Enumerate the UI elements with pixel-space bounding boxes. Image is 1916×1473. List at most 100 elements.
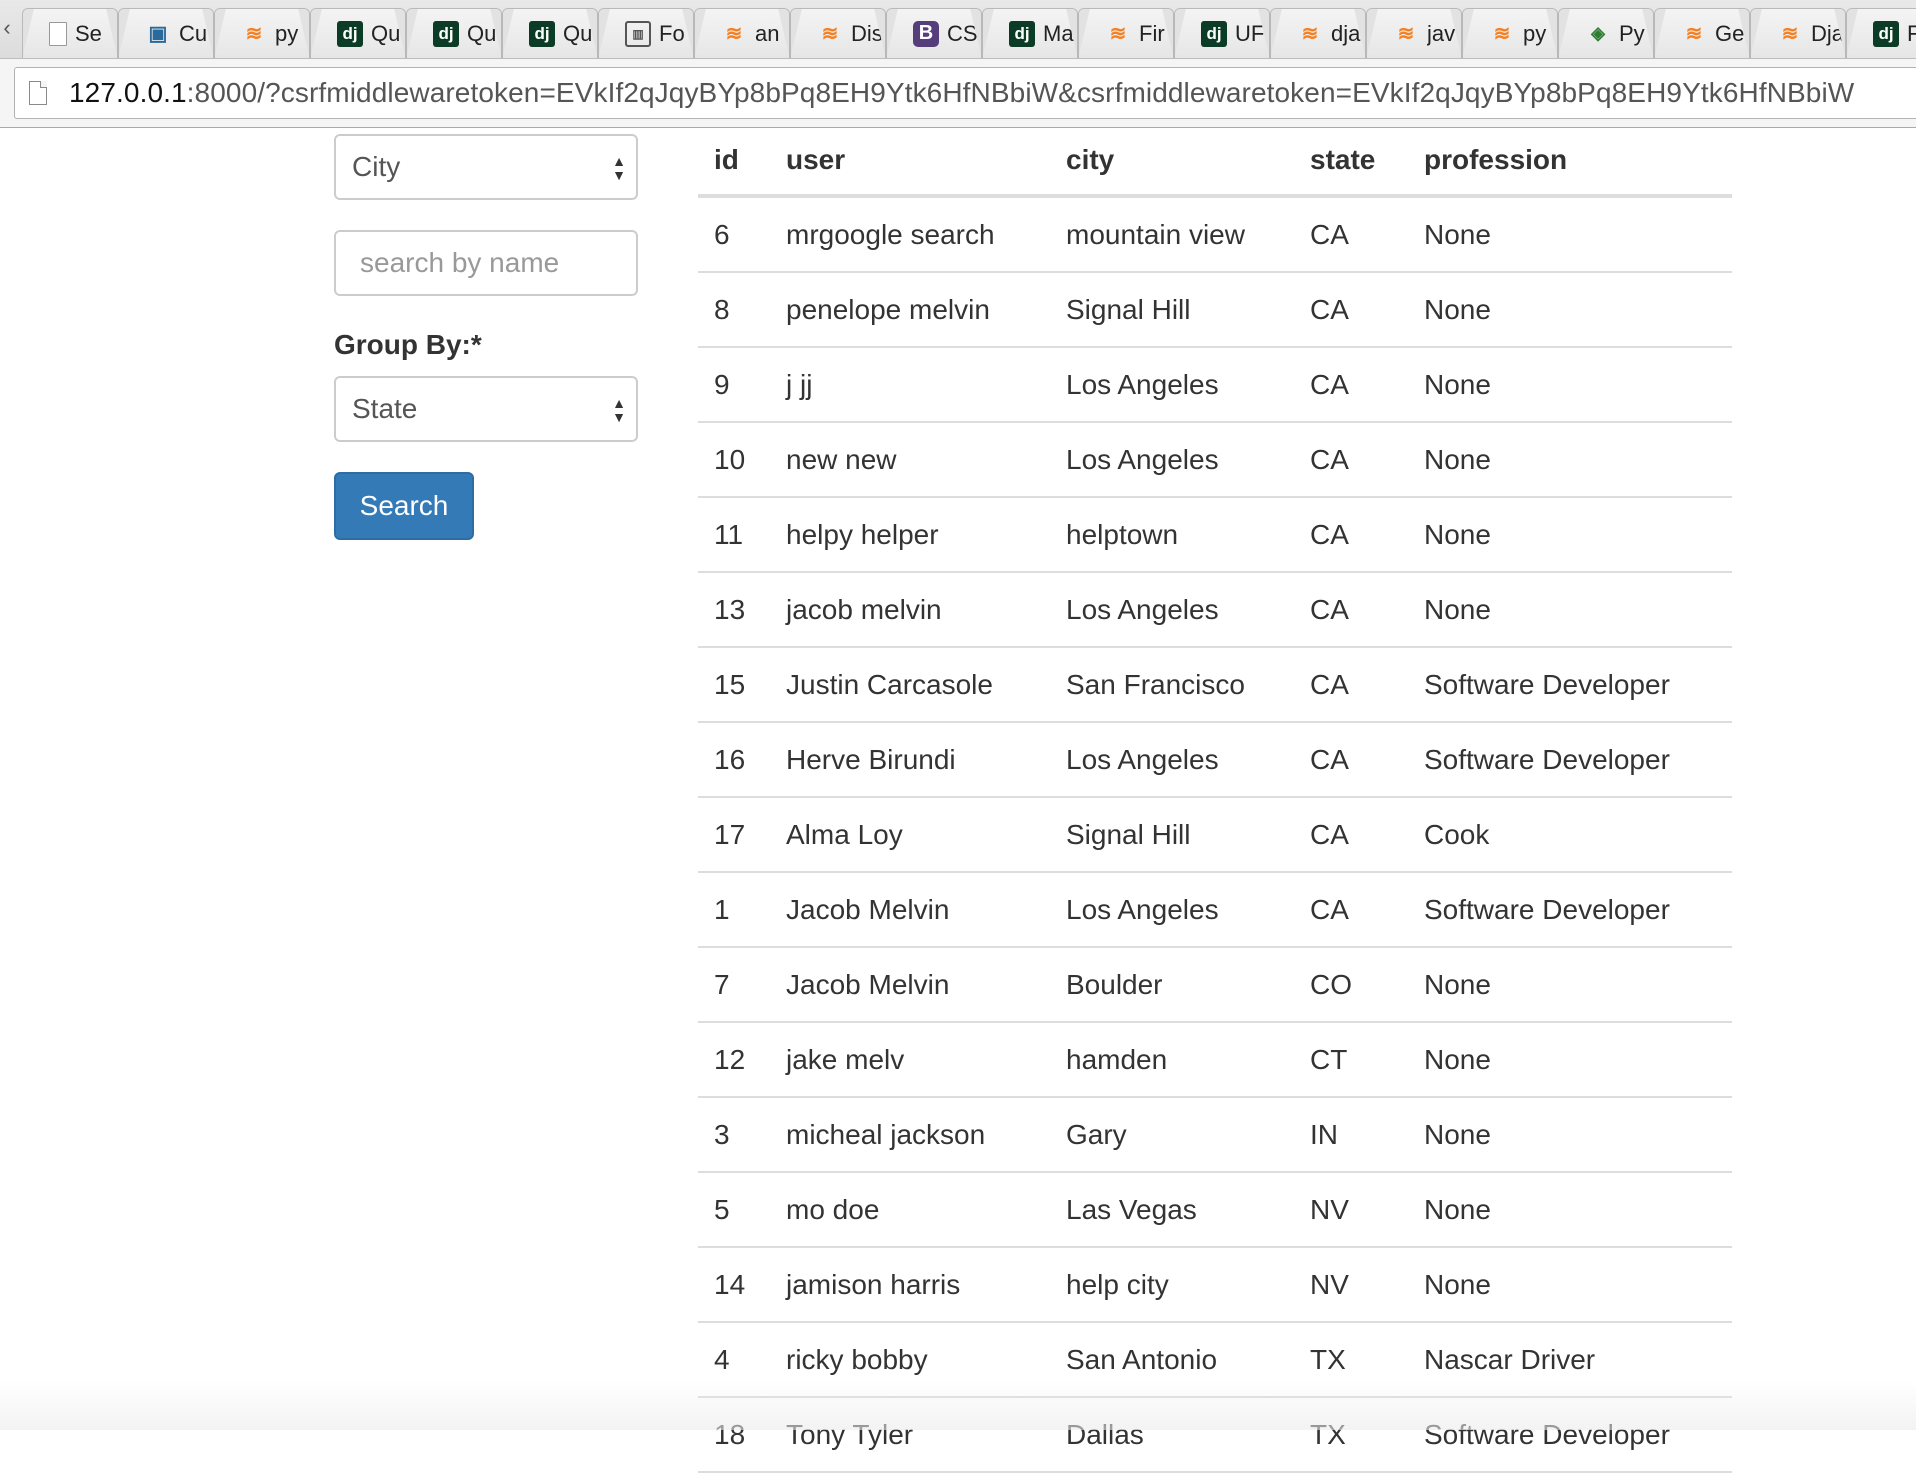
bootstrap-icon: B	[913, 20, 939, 47]
filter-field-select[interactable]: City ▲ ▼	[334, 134, 638, 200]
column-header-id: id	[698, 134, 770, 198]
search-button[interactable]: Search	[334, 472, 474, 540]
browser-tab[interactable]: dj Ma	[982, 8, 1078, 58]
cell-id: 17	[698, 797, 770, 873]
url-path: :8000/?csrfmiddlewaretoken=EVkIf2qJqyBYp…	[186, 77, 1855, 108]
django-icon: dj	[529, 20, 555, 47]
django-icon: dj	[1009, 20, 1035, 47]
cell-state: NV	[1294, 1247, 1408, 1323]
cell-profession: Software Developer	[1408, 647, 1732, 723]
browser-tab[interactable]: ≋ dja	[1270, 8, 1366, 58]
browser-tab[interactable]: ≋ an	[694, 8, 790, 58]
cell-profession: None	[1408, 347, 1732, 423]
table-row: 11 helpy helper helptown CA None	[698, 497, 1732, 573]
cell-id: 6	[698, 196, 770, 273]
cell-user: Herve Birundi	[770, 722, 1050, 798]
column-header-city: city	[1050, 134, 1294, 198]
cell-profession: Cook	[1408, 797, 1732, 873]
search-by-name-input[interactable]: search by name	[334, 230, 638, 296]
browser-tab-title: Cu	[179, 20, 208, 46]
cell-user: ricky bobby	[770, 1322, 1050, 1398]
browser-tab[interactable]: ◈ Py	[1558, 8, 1654, 58]
cell-state: CA	[1294, 722, 1408, 798]
browser-tab-title: an	[755, 20, 780, 46]
tab-scroll-left-icon[interactable]: ‹	[0, 14, 14, 42]
browser-tab[interactable]: ▥ Fo	[598, 8, 694, 58]
browser-tab-title: py	[1523, 20, 1547, 46]
cell-user: mo doe	[770, 1172, 1050, 1248]
browser-tab[interactable]: Se	[22, 8, 118, 58]
cell-profession: Software Developer	[1408, 1397, 1732, 1473]
table-row: 12 jake melv hamden CT None	[698, 1022, 1732, 1098]
cell-city: hamden	[1050, 1022, 1294, 1098]
browser-tab-title: Qu	[563, 20, 593, 46]
browser-tab-title: UF	[1235, 20, 1265, 46]
table-row: 9j jj Los Angeles CA None	[698, 347, 1732, 423]
browser-tab-strip: ‹ Se ▣ Cu ≋ py dj Qu dj Qu dj Qu ▥ Fo ≋ an ≋ Dis B CS dj Ma ≋…	[0, 0, 1916, 58]
cell-user: new new	[770, 422, 1050, 498]
cell-city: San Francisco	[1050, 647, 1294, 723]
table-row: 8 penelope melvin Signal Hill CA None	[698, 272, 1732, 348]
cell-id: 5	[698, 1172, 770, 1248]
browser-tab[interactable]: B CS	[886, 8, 982, 58]
cell-id: 14	[698, 1247, 770, 1323]
cell-state: IN	[1294, 1097, 1408, 1173]
browser-tab[interactable]: dj Qu	[310, 8, 406, 58]
table-row: 10 new new Los Angeles CA None	[698, 422, 1732, 498]
cell-profession: None	[1408, 272, 1732, 348]
address-bar[interactable]: 127.0.0.1:8000/?csrfmiddlewaretoken=EVkI…	[14, 67, 1916, 119]
cell-profession: None	[1408, 497, 1732, 573]
django-icon: dj	[1873, 20, 1899, 47]
table-row: 15 Justin Carcasole San Francisco CA Softwar…	[698, 647, 1732, 723]
table-row: 14 jamison harris help city NV None	[698, 1247, 1732, 1323]
table-body: 6 mrgoogle search mountain view CA None 8 pene…	[698, 196, 1732, 1473]
tab-list: Se ▣ Cu ≋ py dj Qu dj Qu dj Qu ▥ Fo ≋ an ≋ Dis B CS dj Ma ≋ Fi…	[22, 8, 1916, 58]
django-icon: dj	[433, 20, 459, 47]
url-text[interactable]: 127.0.0.1:8000/?csrfmiddlewaretoken=EVkI…	[69, 77, 1854, 109]
browser-tab[interactable]: dj UF	[1174, 8, 1270, 58]
browser-tab-title: Dja	[1811, 20, 1845, 46]
browser-tab-title: dja	[1331, 20, 1361, 46]
cell-user: Justin Carcasole	[770, 647, 1050, 723]
cell-id: 7	[698, 947, 770, 1023]
browser-tab[interactable]: dj F	[1846, 8, 1916, 58]
table-row: 17 Alma Loy Signal Hill CA Cook	[698, 797, 1732, 873]
cell-id: 18	[698, 1397, 770, 1473]
search-input-placeholder: search by name	[360, 247, 560, 278]
column-header-profession: profession	[1408, 134, 1732, 198]
cell-profession: None	[1408, 196, 1732, 273]
cell-state: CT	[1294, 1022, 1408, 1098]
cell-state: CA	[1294, 797, 1408, 873]
browser-tab-title: Ma	[1043, 20, 1074, 46]
stackoverflow-icon: ≋	[245, 23, 263, 45]
cell-user: helpy helper	[770, 497, 1050, 573]
stackoverflow-icon: ≋	[1493, 23, 1511, 45]
group-by-select[interactable]: State ▲ ▼	[334, 376, 638, 442]
cell-state: CA	[1294, 497, 1408, 573]
stackoverflow-icon: ≋	[1397, 23, 1415, 45]
cell-id: 1	[698, 872, 770, 948]
browser-tab-title: jav	[1427, 20, 1456, 46]
browser-tab[interactable]: ≋ py	[214, 8, 310, 58]
browser-toolbar: 127.0.0.1:8000/?csrfmiddlewaretoken=EVkI…	[0, 58, 1916, 128]
browser-tab-title: F	[1907, 21, 1916, 47]
cell-state: CA	[1294, 422, 1408, 498]
cell-city: Los Angeles	[1050, 722, 1294, 798]
cell-state: CA	[1294, 647, 1408, 723]
cell-city: Los Angeles	[1050, 422, 1294, 498]
column-header-user: user	[770, 134, 1050, 198]
browser-tab[interactable]: ≋ Dis	[790, 8, 886, 58]
browser-tab[interactable]: ≋ Dja	[1750, 8, 1846, 58]
browser-tab[interactable]: ▣ Cu	[118, 8, 214, 58]
browser-tab-title: Py	[1619, 20, 1645, 46]
cell-user: jamison harris	[770, 1247, 1050, 1323]
browser-tab[interactable]: dj Qu	[406, 8, 502, 58]
cell-user: Alma Loy	[770, 797, 1050, 873]
browser-tab[interactable]: ≋ Ge	[1654, 8, 1750, 58]
browser-tab[interactable]: ≋ py	[1462, 8, 1558, 58]
browser-tab[interactable]: dj Qu	[502, 8, 598, 58]
stackoverflow-icon: ≋	[725, 23, 743, 45]
cell-user: jacob melvin	[770, 572, 1050, 648]
browser-tab[interactable]: ≋ jav	[1366, 8, 1462, 58]
browser-tab[interactable]: ≋ Fir	[1078, 8, 1174, 58]
